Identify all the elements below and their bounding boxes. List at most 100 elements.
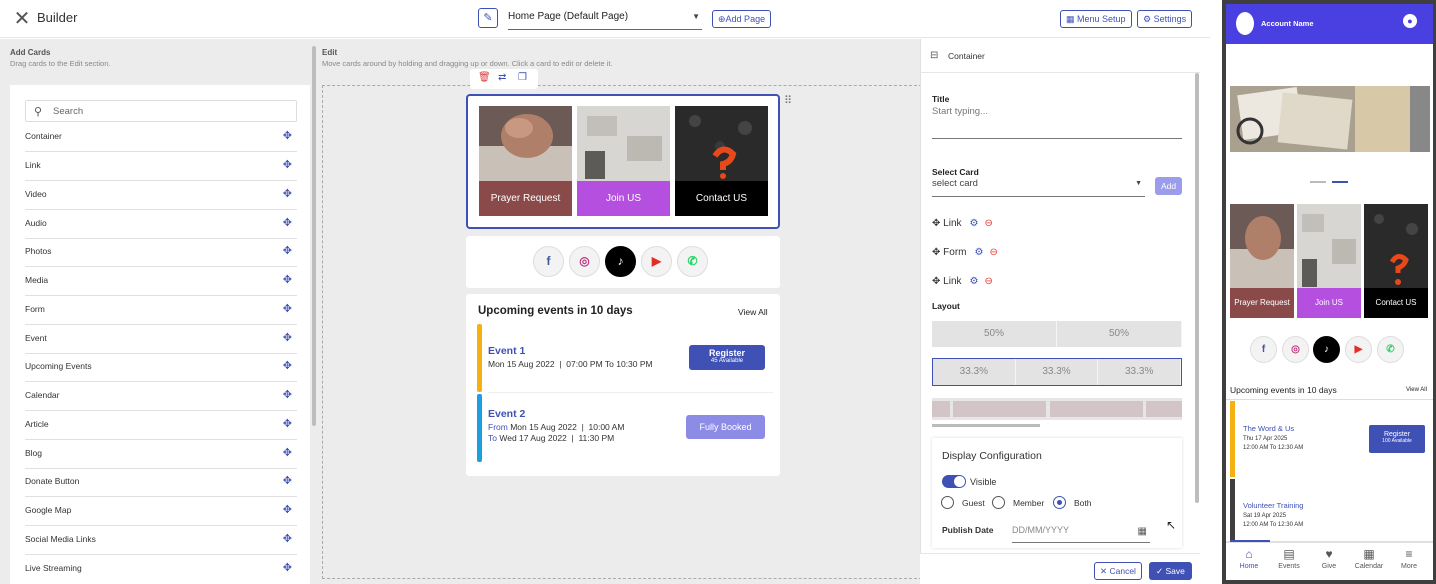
remove-icon[interactable]: ⊖ [985, 276, 993, 287]
trash-icon[interactable]: 🗑 [478, 72, 491, 83]
tile-contact-us[interactable]: Contact US [675, 106, 768, 216]
radio-member[interactable] [992, 496, 1005, 509]
facebook-icon[interactable]: f [1250, 336, 1277, 363]
copy-icon[interactable]: ❐ [518, 72, 527, 83]
social-links-card[interactable]: f ◎ ♪ ▶ ✆ [466, 236, 780, 288]
card-item-blog[interactable]: Blog ✥ [25, 440, 297, 469]
tile-join-us[interactable]: Join US [577, 106, 670, 216]
title-input[interactable]: Start typing... [932, 106, 1182, 139]
calendar-icon[interactable]: ▦ [1138, 526, 1147, 537]
gear-icon[interactable]: ⚙ [970, 276, 979, 287]
tiktok-icon[interactable]: ♪ [1313, 336, 1340, 363]
whatsapp-icon[interactable]: ✆ [1377, 336, 1404, 363]
add-card-button[interactable]: Add [1155, 177, 1182, 195]
subcard-row-form[interactable]: ✥ Form ⚙ ⊖ [932, 247, 998, 258]
card-item-google-map[interactable]: Google Map ✥ [25, 497, 297, 526]
move-icon[interactable]: ✥ [283, 331, 292, 344]
nav-home[interactable]: ⌂ Home [1229, 547, 1269, 570]
tile-prayer-request[interactable]: Prayer Request [479, 106, 572, 216]
user-icon[interactable]: ● [1403, 14, 1417, 28]
move-icon[interactable]: ✥ [283, 129, 292, 142]
cancel-button[interactable]: ✕ Cancel [1094, 562, 1142, 580]
instagram-icon[interactable]: ◎ [1282, 336, 1309, 363]
layout-option-three[interactable]: 33.3% 33.3% 33.3% [932, 358, 1182, 386]
youtube-icon[interactable]: ▶ [1345, 336, 1372, 363]
card-item-live-streaming[interactable]: Live Streaming ✥ [25, 555, 297, 584]
nav-events[interactable]: ▤ Events [1269, 547, 1309, 570]
move-icon[interactable]: ✥ [283, 216, 292, 229]
carousel-dots[interactable] [1310, 181, 1350, 184]
card-item-calendar[interactable]: Calendar ✥ [25, 382, 297, 411]
move-icon[interactable]: ✥ [283, 187, 292, 200]
nav-more[interactable]: ≡ More [1389, 547, 1429, 570]
whatsapp-icon[interactable]: ✆ [677, 246, 708, 277]
close-icon[interactable]: ✕ [12, 9, 32, 29]
preview-tile-join[interactable]: Join US [1297, 204, 1361, 318]
save-button[interactable]: ✓ Save [1149, 562, 1192, 580]
preview-tile-prayer[interactable]: Prayer Request [1230, 204, 1294, 318]
card-item-audio[interactable]: Audio ✥ [25, 210, 297, 239]
page-select[interactable]: Home Page (Default Page) ▼ [508, 8, 702, 30]
move-icon[interactable]: ✥ [283, 158, 292, 171]
card-item-media[interactable]: Media ✥ [25, 267, 297, 296]
subcard-row-link[interactable]: ✥ Link ⚙ ⊖ [932, 276, 993, 287]
move-icon[interactable]: ✥ [283, 446, 292, 459]
view-all-link[interactable]: View All [738, 307, 768, 317]
upcoming-events-card[interactable] [466, 294, 780, 476]
remove-icon[interactable]: ⊖ [985, 218, 993, 229]
card-item-donate-button[interactable]: Donate Button ✥ [25, 468, 297, 497]
facebook-icon[interactable]: f [533, 246, 564, 277]
move-icon[interactable]: ✥ [283, 561, 292, 574]
card-item-photos[interactable]: Photos ✥ [25, 238, 297, 267]
publish-date-input[interactable]: DD/MM/YYYY ▦ [1012, 525, 1150, 543]
register-button[interactable]: Register 45 Available [689, 345, 765, 370]
move-icon[interactable]: ✥ [283, 359, 292, 372]
event-2-name[interactable]: Event 2 [488, 408, 525, 420]
pencil-icon[interactable]: ✎ [478, 8, 498, 28]
select-card-dropdown[interactable]: select card ▼ [932, 178, 1145, 197]
move-icon[interactable]: ✥ [283, 417, 292, 430]
nav-calendar[interactable]: ▦ Calendar [1349, 547, 1389, 570]
card-item-article[interactable]: Article ✥ [25, 411, 297, 440]
move-icon[interactable]: ✥ [283, 388, 292, 401]
move-icon[interactable]: ✥ [283, 532, 292, 545]
swap-icon[interactable]: ⇄ [498, 72, 506, 83]
subcard-row-link[interactable]: ✥ Link ⚙ ⊖ [932, 218, 993, 229]
layout-option-four[interactable] [932, 398, 1182, 420]
tiktok-icon[interactable]: ♪ [605, 246, 636, 277]
layout-option-two[interactable]: 50% 50% [932, 321, 1182, 347]
gear-icon[interactable]: ⚙ [970, 218, 979, 229]
move-icon[interactable]: ✥ [932, 247, 940, 258]
card-item-video[interactable]: Video ✥ [25, 181, 297, 210]
remove-icon[interactable]: ⊖ [989, 247, 997, 258]
card-item-container[interactable]: Container ✥ [25, 123, 297, 152]
card-item-form[interactable]: Form ✥ [25, 296, 297, 325]
instagram-icon[interactable]: ◎ [569, 246, 600, 277]
preview-view-all-link[interactable]: View All [1406, 387, 1427, 393]
radio-both[interactable] [1053, 496, 1066, 509]
image-tiles-card[interactable]: Prayer Request Join US Contact US [466, 94, 780, 229]
card-item-upcoming-events[interactable]: Upcoming Events ✥ [25, 353, 297, 382]
preview-event-2-name[interactable]: Volunteer Training [1243, 501, 1303, 510]
move-icon[interactable]: ✥ [283, 503, 292, 516]
preview-event-1-name[interactable]: The Word & Us [1243, 424, 1294, 433]
properties-scrollbar[interactable] [1195, 73, 1199, 503]
move-icon[interactable]: ✥ [283, 273, 292, 286]
move-icon[interactable]: ✥ [283, 474, 292, 487]
card-item-event[interactable]: Event ✥ [25, 325, 297, 354]
radio-guest[interactable] [941, 496, 954, 509]
move-icon[interactable]: ✥ [283, 302, 292, 315]
card-item-social-media-links[interactable]: Social Media Links ✥ [25, 526, 297, 555]
nav-give[interactable]: ♥ Give [1309, 547, 1349, 570]
menu-setup-button[interactable]: ▦ Menu Setup [1060, 10, 1132, 28]
gear-icon[interactable]: ⚙ [975, 247, 984, 258]
visible-toggle[interactable] [942, 475, 966, 488]
settings-button[interactable]: ⚙ Settings [1137, 10, 1193, 28]
drag-handle-icon[interactable]: ⠿ [784, 94, 792, 107]
fully-booked-button[interactable]: Fully Booked [686, 415, 765, 439]
card-list-scrollbar[interactable] [312, 46, 316, 426]
youtube-icon[interactable]: ▶ [641, 246, 672, 277]
move-icon[interactable]: ✥ [932, 218, 940, 229]
move-icon[interactable]: ✥ [932, 276, 940, 287]
preview-tile-contact[interactable]: Contact US [1364, 204, 1428, 318]
